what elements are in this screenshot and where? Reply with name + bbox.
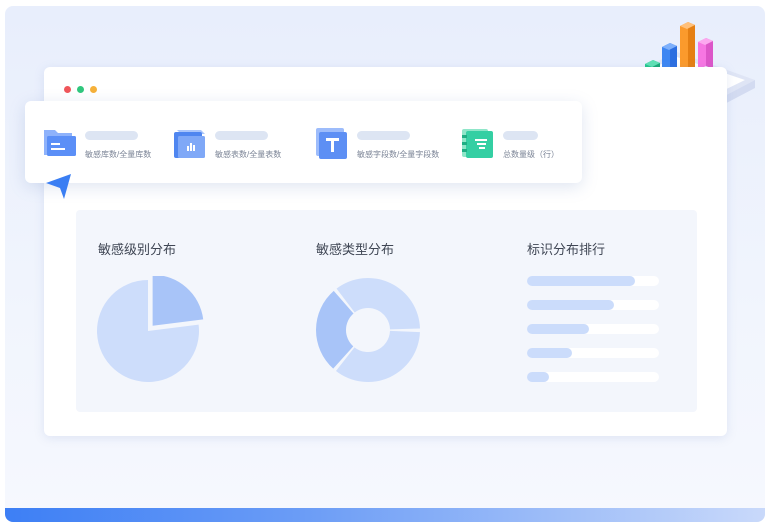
stat-value-placeholder: [85, 131, 138, 140]
bottom-accent-bar: [5, 508, 765, 522]
chart-title-type: 敏感类型分布: [316, 242, 395, 257]
stat-value-placeholder: [215, 131, 268, 140]
text-field-icon: [316, 128, 347, 159]
rank-bar-track: [527, 324, 659, 334]
pie-slice[interactable]: [152, 276, 204, 326]
window-close-button[interactable]: [64, 86, 71, 93]
pie-slice[interactable]: [336, 278, 420, 330]
rank-bar-track: [527, 372, 659, 382]
type-donut-chart[interactable]: [314, 276, 424, 386]
rank-bar[interactable]: [527, 372, 550, 382]
rank-bar-track: [527, 348, 659, 358]
charts-panel: 敏感级别分布 敏感类型分布 标识分布排行: [76, 210, 697, 412]
rank-bar-track: [527, 276, 659, 286]
level-pie-chart[interactable]: [96, 276, 206, 386]
rank-bar-track: [527, 300, 659, 310]
stat-value-placeholder: [357, 131, 410, 140]
database-folder-icon: [44, 130, 76, 156]
pointer-cursor-icon: [46, 174, 71, 199]
chart-title-rank: 标识分布排行: [527, 242, 606, 257]
stat-label: 敏感表数/全量表数: [215, 150, 282, 159]
pie-slice[interactable]: [335, 330, 420, 382]
stat-label: 敏感库数/全量库数: [85, 150, 152, 159]
stat-label: 总数量级（行）: [503, 150, 559, 159]
stat-label: 敏感字段数/全量字段数: [357, 150, 440, 159]
rank-bar[interactable]: [527, 300, 615, 310]
stat-value-placeholder: [503, 131, 538, 140]
window-maximize-button[interactable]: [90, 86, 97, 93]
window-minimize-button[interactable]: [77, 86, 84, 93]
table-chart-icon: [174, 130, 205, 158]
stats-summary-card: 敏感库数/全量库数 敏感表数/全量表数 敏感字段数/全量字段数 总数量级（行）: [25, 101, 582, 183]
rank-bar[interactable]: [527, 324, 590, 334]
rank-bar[interactable]: [527, 276, 636, 286]
chart-title-level: 敏感级别分布: [98, 242, 177, 257]
rank-bar[interactable]: [527, 348, 572, 358]
rows-list-icon: [462, 129, 493, 158]
